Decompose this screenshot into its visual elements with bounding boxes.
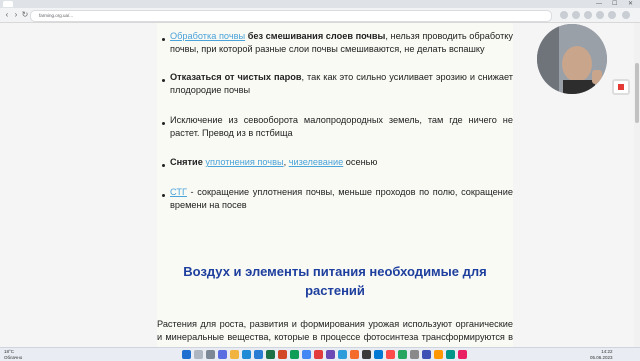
presenter-video-icon	[537, 24, 607, 94]
tab-strip: — ☐ ✕	[0, 0, 640, 8]
system-clock[interactable]: 14:22 05.06.2023	[590, 349, 613, 360]
app-icon[interactable]	[398, 350, 407, 359]
extension-icon[interactable]	[560, 11, 568, 19]
app-icon[interactable]	[362, 350, 371, 359]
list-item: Обработка почвы без смешивания слоев поч…	[170, 30, 513, 55]
link-soil-cultivation[interactable]: Обработка почвы	[170, 31, 245, 41]
app-icon[interactable]	[314, 350, 323, 359]
app-icon[interactable]	[338, 350, 347, 359]
clock-date: 05.06.2023	[590, 354, 613, 360]
app-icon[interactable]	[350, 350, 359, 359]
list-item: Исключение из севооборота малопродородны…	[170, 114, 513, 139]
webcam-overlay	[537, 24, 607, 94]
app-icon[interactable]	[386, 350, 395, 359]
chrome-icon[interactable]	[302, 350, 311, 359]
browser-toolbar: ‹ › ↻ farming.org.ua/...	[0, 8, 640, 23]
scrollbar-thumb[interactable]	[635, 63, 639, 123]
bullet-dot	[162, 164, 165, 167]
weather-desc: Облачно	[4, 354, 23, 360]
app-icon[interactable]	[374, 350, 383, 359]
address-bar[interactable]: farming.org.ua/...	[30, 10, 552, 22]
reload-icon[interactable]: ↻	[20, 10, 30, 20]
downloads-icon[interactable]	[584, 11, 592, 19]
app-icon[interactable]	[290, 350, 299, 359]
bullet-dot	[162, 122, 165, 125]
link-chiseling[interactable]: чизелевание	[289, 157, 344, 167]
weather-widget[interactable]: 18°C Облачно	[4, 349, 22, 360]
maximize-icon[interactable]: ☐	[612, 0, 617, 8]
close-icon[interactable]: ✕	[628, 0, 633, 8]
file-explorer-icon[interactable]	[230, 350, 239, 359]
teams-icon[interactable]	[218, 350, 227, 359]
link-soil-compaction[interactable]: уплотнения почвы	[205, 157, 283, 167]
app-icon[interactable]	[326, 350, 335, 359]
excel-icon[interactable]	[266, 350, 275, 359]
app-icon[interactable]	[434, 350, 443, 359]
browser-tab[interactable]	[3, 1, 13, 7]
edge-icon[interactable]	[242, 350, 251, 359]
list-item: СТГ - сокращение уплотнения почвы, меньш…	[170, 186, 513, 211]
profile-icon[interactable]	[596, 11, 604, 19]
powerpoint-icon[interactable]	[278, 350, 287, 359]
menu-icon[interactable]	[608, 11, 616, 19]
bullet-dot	[162, 194, 165, 197]
item-text: осенью	[343, 157, 378, 167]
settings-icon[interactable]	[622, 11, 630, 19]
record-stop-button[interactable]	[612, 79, 630, 95]
app-icon[interactable]	[410, 350, 419, 359]
bullet-dot	[162, 38, 165, 41]
list-item: Снятие уплотнения почвы, чизелевание осе…	[170, 156, 513, 169]
app-icon[interactable]	[422, 350, 431, 359]
app-icon[interactable]	[446, 350, 455, 359]
bold-text: Отказаться от чистых паров	[170, 72, 302, 82]
section-heading: Воздух и элементы питания необходимые дл…	[183, 264, 487, 298]
start-icon[interactable]	[182, 350, 191, 359]
word-icon[interactable]	[254, 350, 263, 359]
link-stg[interactable]: СТГ	[170, 187, 187, 197]
bold-text: Снятие	[170, 157, 206, 167]
item-text: - сокращение уплотнения почвы, меньше пр…	[170, 187, 513, 210]
list-item: Отказаться от чистых паров, так как это …	[170, 71, 513, 96]
url-text: farming.org.ua/...	[39, 13, 74, 18]
bold-text: без смешивания слоев почвы	[245, 31, 386, 41]
app-icon[interactable]	[458, 350, 467, 359]
search-icon[interactable]	[194, 350, 203, 359]
item-text: Исключение из севооборота малопродородны…	[170, 115, 513, 138]
scrollbar[interactable]	[634, 23, 640, 347]
minimize-icon[interactable]: —	[596, 0, 602, 8]
task-view-icon[interactable]	[206, 350, 215, 359]
taskbar: 18°C Облачно 14:22 05.06.2023	[0, 347, 640, 361]
bullet-dot	[162, 79, 165, 82]
bookmark-icon[interactable]	[572, 11, 580, 19]
